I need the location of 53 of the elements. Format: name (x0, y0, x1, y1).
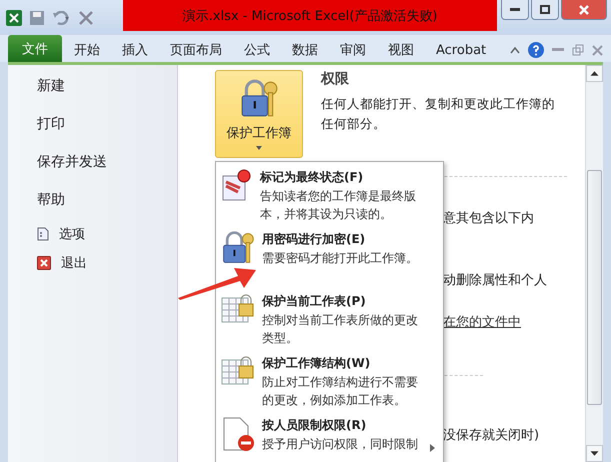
scrollbar-thumb[interactable] (587, 170, 602, 405)
sidebar-item[interactable]: 打印 (37, 105, 177, 143)
ribbon-tab[interactable]: 数据 (282, 38, 328, 62)
ribbon-tab[interactable]: 插入 (112, 38, 158, 62)
help-icon[interactable] (528, 42, 544, 58)
window-title: 演示.xlsx - Microsoft Excel(产品激活失败) (123, 0, 497, 31)
menu-item-title[interactable]: 按人员限制权限(R) (262, 416, 428, 435)
maximize-button[interactable] (531, 0, 559, 20)
ribbon-tab[interactable]: Acrobat (426, 38, 496, 62)
ribbon-tab[interactable]: 公式 (234, 38, 280, 62)
close-button[interactable] (561, 0, 607, 20)
minimize-button[interactable] (501, 0, 529, 20)
menu-item-title[interactable]: 保护当前工作表(P) (262, 292, 428, 311)
close-icon[interactable] (592, 44, 603, 56)
link[interactable]: 在您的文件中 (443, 313, 585, 375)
ribbon-tab[interactable]: 开始 (64, 38, 110, 62)
description-text: 没保存就关闭时) (443, 427, 540, 445)
lock-key-icon (220, 230, 256, 266)
dropdown-caret-icon (256, 146, 262, 150)
ribbon-tab[interactable]: 视图 (378, 38, 424, 62)
close-icon (579, 4, 589, 14)
description-text: 意其包含以下内 (443, 210, 535, 228)
section-description: 任何人都能打开、复制和更改此工作簿的任何部分。 (321, 95, 556, 133)
sidebar-item[interactable]: 新建 (37, 67, 177, 105)
sidebar-item[interactable]: 保存并发送 (37, 143, 177, 181)
menu-item-description: 告知读者您的工作簿是最终版本，并将其设为只读的。 (260, 188, 417, 223)
collapse-ribbon-icon[interactable] (510, 46, 520, 54)
menu-item-description: 需要密码才能打开此工作簿。 (262, 250, 419, 267)
maximize-icon (540, 5, 550, 14)
minimize-icon (510, 8, 520, 11)
sidebar-item[interactable]: 帮助 (37, 181, 177, 219)
ribbon-tab[interactable]: 审阅 (330, 38, 376, 62)
submenu-arrow-icon (430, 444, 435, 454)
menu-item-description: 防止对工作簿结构进行不需要的更改，例如添加工作表。 (262, 374, 419, 409)
menu-item-description: 控制对当前工作表所做的更改类型。 (262, 312, 419, 347)
protect-workbook-button[interactable]: 保护工作簿 (215, 70, 303, 158)
sidebar-item[interactable]: 退出 (61, 254, 87, 272)
save-icon[interactable] (30, 10, 44, 24)
menu-item-description: 授予用户访问权限，同时限制 (262, 436, 419, 453)
ribbon-tab[interactable]: 文件 (8, 35, 62, 62)
menu-item-title[interactable]: 保护工作簿结构(W) (262, 354, 428, 373)
excel-logo-icon (6, 10, 22, 26)
close-icon (37, 256, 51, 270)
minimize-icon[interactable] (552, 48, 564, 52)
section-title: 权限 (321, 70, 350, 88)
description-text: 动删除属性和个人 (443, 272, 548, 290)
document-icon (37, 226, 49, 240)
menu-item-title[interactable]: 标记为最终状态(F) (260, 168, 426, 187)
undo-icon[interactable] (52, 10, 70, 24)
ribbon-tab[interactable]: 页面布局 (160, 38, 232, 62)
menu-item-title[interactable]: 用密码进行加密(E) (262, 230, 428, 249)
restore-icon[interactable] (572, 44, 584, 56)
sidebar-item[interactable]: 选项 (59, 224, 85, 242)
